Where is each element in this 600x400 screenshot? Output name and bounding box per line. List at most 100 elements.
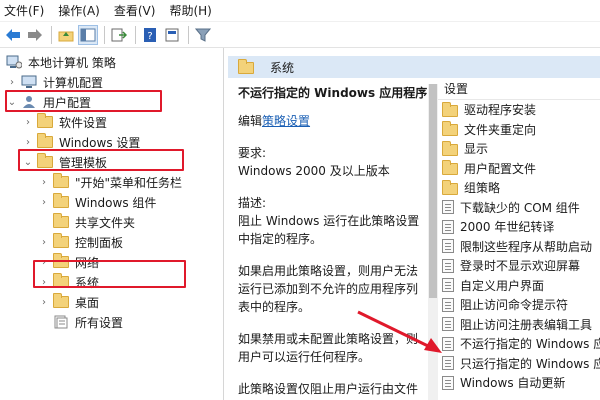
- folder-icon: [442, 160, 458, 176]
- policy-setting-icon: [442, 297, 454, 312]
- chevron-right-icon[interactable]: ›: [38, 176, 50, 188]
- edit-line: 编辑策略设置: [238, 112, 428, 130]
- description-text: 阻止 Windows 运行在此策略设置中指定的程序。: [238, 214, 420, 246]
- list-item[interactable]: 下载缺少的 COM 组件: [438, 198, 600, 218]
- menu-bar: 文件(F) 操作(A) 查看(V) 帮助(H): [0, 0, 600, 22]
- chevron-right-icon[interactable]: ›: [22, 116, 34, 128]
- requirement-label: 要求:: [238, 146, 267, 160]
- policy-setting-icon: [442, 219, 454, 234]
- tree-item-software-settings[interactable]: › 软件设置: [22, 112, 107, 132]
- folder-icon: [37, 133, 53, 149]
- folder-icon: [53, 173, 69, 189]
- svg-text:?: ?: [147, 31, 152, 42]
- folder-icon: [53, 273, 69, 289]
- list-item-label: 只运行指定的 Windows 应用程序: [460, 356, 600, 371]
- list-item[interactable]: 只运行指定的 Windows 应用程序: [438, 354, 600, 374]
- toolbar: ?: [0, 22, 600, 48]
- tree-item-label: Windows 设置: [59, 135, 141, 150]
- user-icon: [21, 95, 37, 109]
- list-item-label: 自定义用户界面: [460, 278, 545, 293]
- toolbar-separator: [51, 25, 52, 44]
- policy-computer-icon: [6, 55, 23, 69]
- export-list-icon[interactable]: [109, 25, 129, 45]
- tree-item-network[interactable]: › 网络: [38, 252, 99, 272]
- policy-setting-icon: [442, 356, 454, 371]
- menu-view[interactable]: 查看(V): [107, 0, 163, 22]
- menu-action[interactable]: 操作(A): [51, 0, 107, 22]
- folder-icon: [53, 233, 69, 249]
- chevron-down-icon[interactable]: ⌄: [22, 156, 34, 168]
- forward-arrow-icon[interactable]: [25, 25, 45, 45]
- tree-item-computer-config[interactable]: › 计算机配置: [6, 72, 103, 92]
- policy-setting-icon: [442, 317, 454, 332]
- tree-item-local-policy[interactable]: 本地计算机 策略: [6, 52, 116, 72]
- folder-icon: [53, 293, 69, 309]
- list-item[interactable]: 组策略: [438, 178, 600, 198]
- policy-setting-icon: [442, 336, 454, 351]
- more-text: 此策略设置仅阻止用户运行由文件: [238, 382, 419, 396]
- list-item[interactable]: 自定义用户界面: [438, 276, 600, 296]
- list-item-label: 阻止访问命令提示符: [460, 298, 569, 313]
- tree-item-windows-components[interactable]: › Windows 组件: [38, 192, 156, 212]
- tree-item-label: 用户配置: [43, 95, 92, 110]
- chevron-right-icon[interactable]: ›: [6, 76, 18, 88]
- chevron-right-icon[interactable]: ›: [38, 236, 50, 248]
- list-item[interactable]: 阻止访问命令提示符: [438, 295, 600, 315]
- tree-item-label: Windows 组件: [75, 195, 157, 210]
- description-block: 描述: 阻止 Windows 运行在此策略设置中指定的程序。: [238, 194, 428, 248]
- list-item[interactable]: 2000 年世纪转译: [438, 217, 600, 237]
- tree-item-user-config[interactable]: ⌄ 用户配置: [6, 92, 91, 112]
- help-icon[interactable]: ?: [140, 25, 160, 45]
- edit-policy-link[interactable]: 策略设置: [262, 114, 310, 128]
- tree-item-windows-settings[interactable]: › Windows 设置: [22, 132, 140, 152]
- chevron-down-icon[interactable]: ⌄: [6, 96, 18, 108]
- chevron-right-icon[interactable]: ›: [38, 276, 50, 288]
- chevron-right-icon[interactable]: ›: [22, 136, 34, 148]
- list-item[interactable]: 用户配置文件: [438, 159, 600, 179]
- description-label: 描述:: [238, 196, 267, 210]
- list-item[interactable]: Windows 自动更新: [438, 373, 600, 393]
- tree-item-control-panel[interactable]: › 控制面板: [38, 232, 123, 252]
- tree-item-label: 软件设置: [59, 115, 108, 130]
- tree-item-label: 本地计算机 策略: [28, 55, 116, 70]
- chevron-right-icon[interactable]: ›: [38, 296, 50, 308]
- chevron-right-icon[interactable]: ›: [38, 196, 50, 208]
- menu-help[interactable]: 帮助(H): [162, 0, 218, 22]
- disabled-text: 如果禁用或未配置此策略设置，则用户可以运行任何程序。: [238, 332, 419, 364]
- tree-item-system[interactable]: › 系统: [38, 272, 99, 292]
- filter-icon[interactable]: [193, 25, 213, 45]
- show-tree-icon[interactable]: [78, 24, 98, 45]
- list-item-label: 组策略: [464, 181, 501, 196]
- list-item[interactable]: 限制这些程序从帮助启动: [438, 237, 600, 257]
- tree-item-desktop[interactable]: › 桌面: [38, 292, 99, 312]
- tree-item-all-settings[interactable]: 所有设置: [53, 312, 123, 332]
- list-item[interactable]: 驱动程序安装: [438, 100, 600, 120]
- menu-file[interactable]: 文件(F): [0, 0, 51, 22]
- settings-list-rows: 驱动程序安装 文件夹重定向 显示 用户配置文件组策略下载缺少的 COM 组件 2000 …: [438, 100, 600, 393]
- tree-item-label: "开始"菜单和任务栏: [75, 175, 183, 190]
- all-settings-icon: [53, 315, 69, 329]
- tree-item-label: 网络: [75, 255, 100, 270]
- list-item-label: 限制这些程序从帮助启动: [460, 239, 593, 254]
- scrollbar-thumb[interactable]: [429, 84, 437, 298]
- column-header-setting[interactable]: 设置: [438, 78, 600, 100]
- tree-item-start-menu[interactable]: › "开始"菜单和任务栏: [38, 172, 182, 192]
- enabled-text: 如果启用此策略设置，则用户无法运行已添加到不允许的应用程序列表中的程序。: [238, 264, 419, 314]
- chevron-right-icon[interactable]: ›: [38, 256, 50, 268]
- tree-item-shared-folders[interactable]: 共享文件夹: [53, 212, 135, 232]
- list-item[interactable]: 阻止访问注册表编辑工具: [438, 315, 600, 335]
- list-item[interactable]: 不运行指定的 Windows 应用程序: [438, 334, 600, 354]
- list-item[interactable]: 登录时不显示欢迎屏幕: [438, 256, 600, 276]
- tree-item-label: 桌面: [75, 295, 100, 310]
- list-item[interactable]: 文件夹重定向: [438, 120, 600, 140]
- list-item[interactable]: 显示: [438, 139, 600, 159]
- back-arrow-icon[interactable]: [3, 25, 23, 45]
- up-folder-icon[interactable]: [56, 25, 76, 45]
- folder-icon: [53, 253, 69, 269]
- description-scrollbar[interactable]: [428, 84, 438, 400]
- tree-item-label: 控制面板: [75, 235, 124, 250]
- tree-item-admin-templates[interactable]: ⌄ 管理模板: [22, 152, 107, 172]
- requirement-block: 要求: Windows 2000 及以上版本: [238, 144, 428, 180]
- properties-icon[interactable]: [162, 25, 182, 45]
- list-item-label: 下载缺少的 COM 组件: [460, 200, 580, 215]
